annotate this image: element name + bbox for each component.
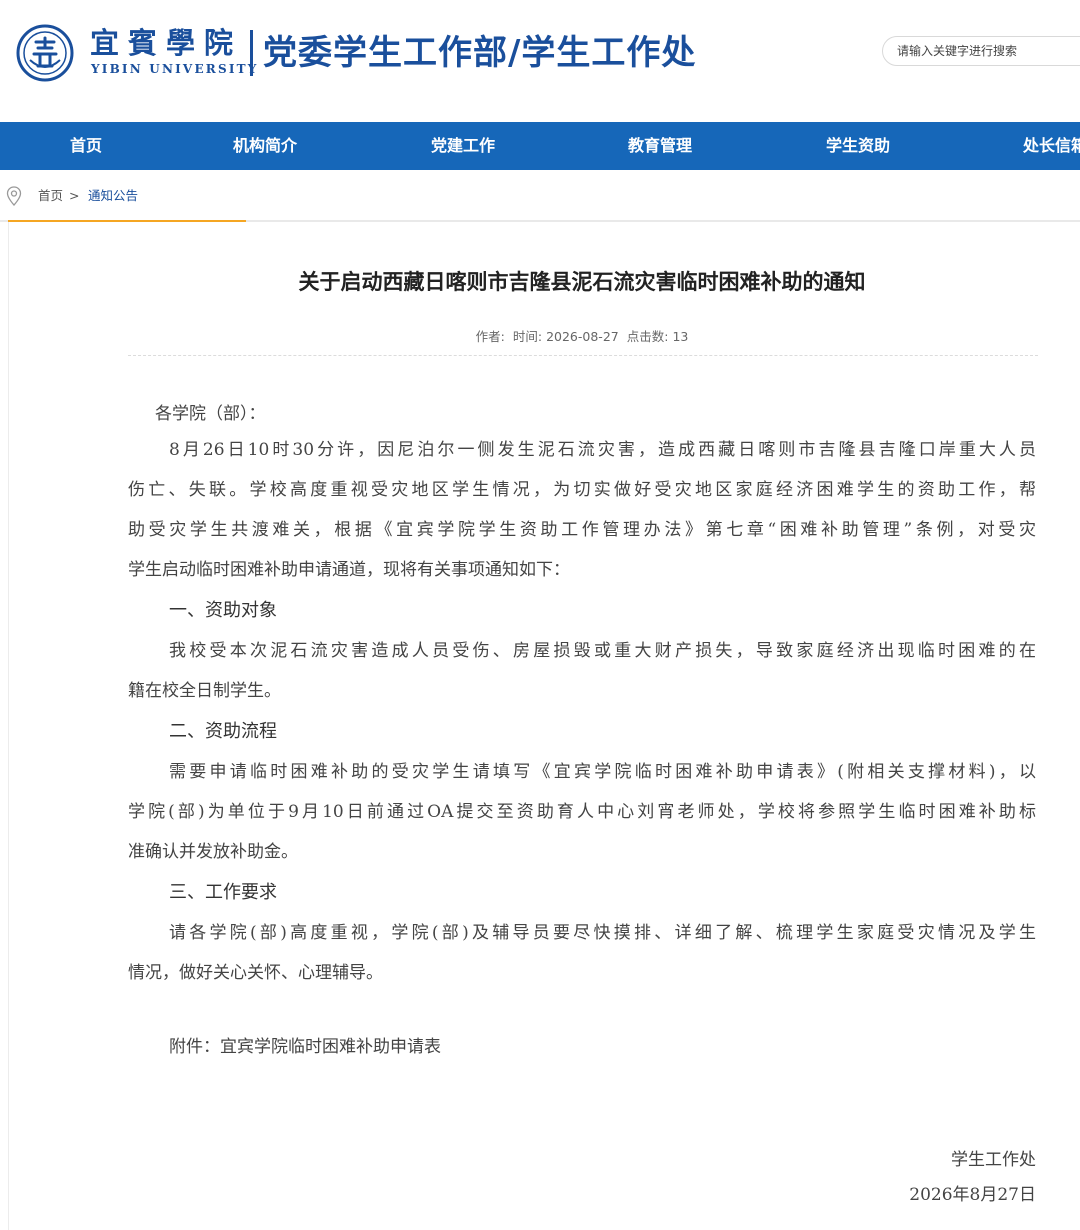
nav-item-education[interactable]: 教育管理 [628, 122, 692, 170]
section1-line-1: 我校受本次泥石流灾害造成人员受伤、房屋损毁或重大财产损失，导致家庭经济出现临时困… [169, 641, 1036, 661]
site-title[interactable]: 党委学生工作部/学生工作处 [263, 28, 696, 78]
section3-heading: 三、工作要求 [169, 882, 277, 903]
university-emblem-icon[interactable] [16, 24, 74, 82]
section2-heading: 二、资助流程 [169, 721, 277, 742]
intro-line-2: 伤亡、失联。学校高度重视受灾地区学生情况，为切实做好受灾地区家庭经济困难学生的资… [128, 480, 1036, 500]
content-panel-border [8, 222, 9, 1230]
meta-divider [128, 355, 1038, 356]
intro-line-3: 助受灾学生共渡难关，根据《宜宾学院学生资助工作管理办法》第七章“困难补助管理”条… [128, 520, 1036, 540]
salutation: 各学院（部）： [155, 404, 266, 424]
section1-heading: 一、资助对象 [169, 600, 277, 621]
section2-line-3: 准确认并发放补助金。 [128, 842, 298, 862]
breadcrumb-accent-bar [8, 220, 246, 222]
breadcrumb: 首页 > 通知公告 [0, 180, 1080, 212]
intro-line-1: 8月26日10时30分许，因尼泊尔一侧发生泥石流灾害，造成西藏日喀则市吉隆县吉隆… [169, 440, 1036, 460]
nav-item-director-mailbox[interactable]: 处长信箱 [1023, 122, 1080, 170]
breadcrumb-separator: > [69, 188, 80, 203]
nav-item-financial-aid[interactable]: 学生资助 [826, 122, 890, 170]
nav-item-about[interactable]: 机构简介 [233, 122, 297, 170]
logo-english-name[interactable]: YIBIN UNIVERSITY [91, 62, 259, 76]
attachment-link[interactable]: 附件：宜宾学院临时困难补助申请表 [169, 1027, 441, 1067]
section1-line-2: 籍在校全日制学生。 [128, 681, 281, 701]
section3-line-2: 情况，做好关心关怀、心理辅导。 [128, 963, 383, 983]
section3-line-1: 请各学院(部)高度重视，学院(部)及辅导员要尽快摸排、详细了解、梳理学生家庭受灾… [169, 923, 1036, 943]
nav-item-party-building[interactable]: 党建工作 [431, 122, 495, 170]
search-input[interactable] [882, 36, 1080, 66]
nav-item-home[interactable]: 首页 [70, 122, 102, 170]
article-meta: 作者: 时间: 2026-08-27 点击数: 13 [0, 328, 1080, 346]
meta-date: 2026-08-27 [546, 329, 619, 344]
logo-divider [250, 30, 253, 76]
meta-author-label: 作者: [475, 329, 505, 344]
logo-chinese-name[interactable]: 宜賓學院 [90, 26, 242, 60]
meta-clicks: 13 [672, 329, 689, 344]
site-header: 宜賓學院 YIBIN UNIVERSITY 党委学生工作部/学生工作处 [0, 0, 1080, 122]
signature-date: 2026年8月27日 [909, 1185, 1036, 1205]
section2-line-2: 学院(部)为单位于9月10日前通过OA提交至资助育人中心刘宵老师处，学校将参照学… [128, 802, 1036, 822]
main-nav: 首页 机构简介 党建工作 教育管理 学生资助 处长信箱 [0, 122, 1080, 170]
article-title: 关于启动西藏日喀则市吉隆县泥石流灾害临时困难补助的通知 [298, 270, 866, 294]
meta-clicks-label: 点击数: [626, 329, 669, 344]
breadcrumb-home-link[interactable]: 首页 [38, 187, 63, 205]
intro-line-4: 学生启动临时困难补助申请通道，现将有关事项通知如下： [128, 560, 570, 580]
meta-time-label: 时间: [512, 329, 543, 344]
section2-line-1: 需要申请临时困难补助的受灾学生请填写《宜宾学院临时困难补助申请表》(附相关支撑材… [169, 762, 1036, 782]
location-pin-icon [6, 186, 22, 206]
signature-org: 学生工作处 [951, 1150, 1036, 1170]
breadcrumb-current-link[interactable]: 通知公告 [88, 187, 138, 205]
